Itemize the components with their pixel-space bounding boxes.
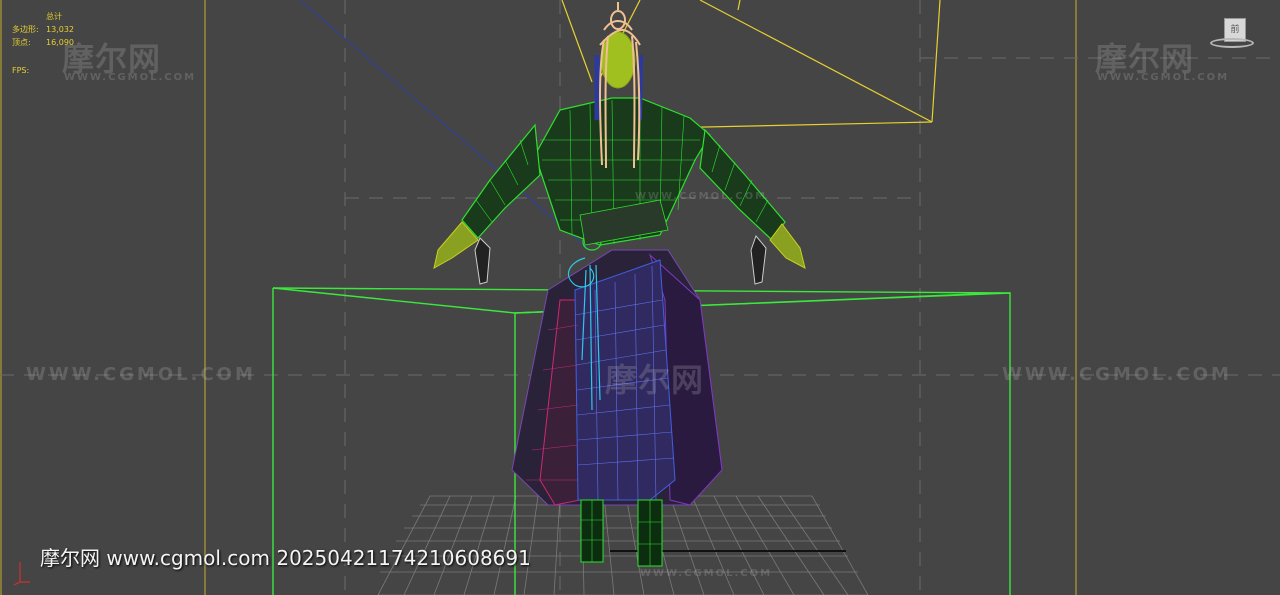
watermark-url-bottom: WWW.CGMOL.COM <box>640 568 773 579</box>
scene-canvas[interactable] <box>0 0 1280 595</box>
light-target-line <box>299 0 591 251</box>
viewport-perspective[interactable]: 总计 多边形: 13,032 顶点: 16,090 FPS: 前 摩尔网 WWW… <box>0 0 1280 595</box>
watermark-url-topright: WWW.CGMOL.COM <box>1097 72 1230 83</box>
watermark-url-left: WWW.CGMOL.COM <box>26 364 256 385</box>
image-caption: 摩尔网 www.cgmol.com 20250421174210608691 <box>40 546 531 570</box>
viewcube-icon[interactable]: 前 <box>1210 16 1254 50</box>
watermark-url-center: WWW.CGMOL.COM <box>635 191 768 202</box>
axis-tripod-icon <box>13 562 30 586</box>
stats-verts-label: 顶点: <box>12 38 31 47</box>
character-model <box>433 2 806 567</box>
right-arm <box>699 128 786 241</box>
watermark-url-topleft: WWW.CGMOL.COM <box>64 72 197 83</box>
left-arm <box>461 123 541 239</box>
left-pendant <box>474 237 491 285</box>
stats-polys-label: 多边形: <box>12 25 39 34</box>
viewcube-ring[interactable] <box>1210 38 1254 48</box>
right-pendant <box>750 235 767 285</box>
watermark-url-right: WWW.CGMOL.COM <box>1002 364 1232 385</box>
stats-fps-label: FPS: <box>12 66 30 75</box>
stats-title: 总计 <box>46 12 62 21</box>
watermark-logo-center: 摩尔网 <box>605 361 705 399</box>
